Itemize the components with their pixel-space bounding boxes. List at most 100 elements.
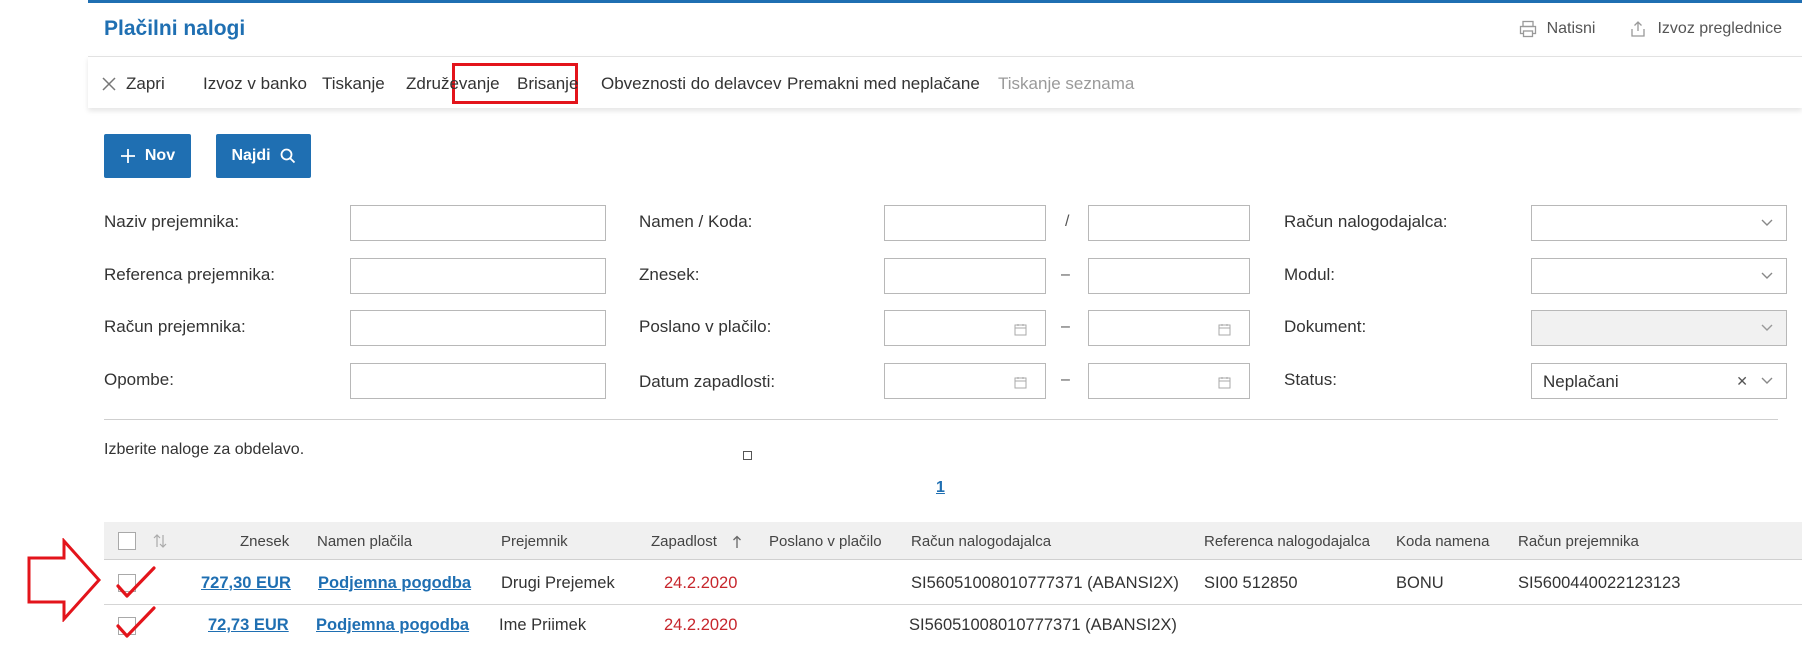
purpose-link[interactable]: Podjemna pogodba: [316, 616, 469, 635]
col-sent[interactable]: Poslano v plačilo: [769, 533, 882, 550]
new-button-label: Nov: [144, 147, 176, 164]
status-select-value: Neplačani: [1543, 372, 1619, 391]
new-button[interactable]: Nov: [104, 134, 191, 178]
due-date-label: Datum zapadlosti:: [639, 372, 776, 391]
calendar-icon[interactable]: [1218, 376, 1231, 389]
recipient-account-cell: SI5600440022123123: [1518, 574, 1681, 592]
calendar-icon[interactable]: [1218, 323, 1231, 336]
arrow-annotation: [27, 538, 102, 622]
sent-from-date-input[interactable]: [884, 310, 1046, 346]
calendar-icon[interactable]: [1014, 323, 1027, 336]
module-label: Modul:: [1284, 265, 1336, 284]
purpose-code-cell: BONU: [1396, 574, 1444, 592]
amount-dash: –: [1061, 266, 1070, 283]
due-from-date-input[interactable]: [884, 363, 1046, 399]
payer-account-label: Račun nalogodajalca:: [1284, 212, 1448, 231]
export-bank-button[interactable]: Izvoz v banko: [203, 74, 307, 94]
col-due[interactable]: Zapadlost: [651, 533, 717, 550]
amount-from-input[interactable]: [884, 258, 1046, 294]
search-icon: [280, 148, 295, 164]
checkmark-annotation: [116, 606, 156, 638]
payer-account-cell: SI56051008010777371 (ABANSI2X): [909, 616, 1177, 634]
sent-dash: –: [1061, 318, 1070, 335]
col-payer-reference[interactable]: Referenca nalogodajalca: [1204, 533, 1370, 550]
amount-link[interactable]: 727,30 EUR: [201, 574, 291, 593]
top-accent-line: [88, 0, 1802, 3]
sort-icon[interactable]: [152, 533, 168, 549]
col-payer-account[interactable]: Račun nalogodajalca: [911, 533, 1051, 550]
find-button-label: Najdi: [231, 147, 271, 164]
purpose-link[interactable]: Podjemna pogodba: [318, 574, 471, 593]
find-button[interactable]: Najdi: [216, 134, 311, 178]
close-icon: [102, 77, 116, 91]
printer-icon: [1519, 20, 1536, 38]
col-purpose-code[interactable]: Koda namena: [1396, 533, 1489, 550]
amount-link[interactable]: 72,73 EUR: [208, 616, 289, 635]
page-title: Plačilni nalogi: [104, 17, 246, 40]
print-action[interactable]: Natisni: [1519, 20, 1596, 38]
purpose-code-label: Namen / Koda:: [639, 212, 753, 231]
due-cell: 24.2.2020: [664, 616, 738, 634]
sort-up-icon[interactable]: [732, 535, 742, 549]
chevron-down-icon: [1761, 219, 1773, 226]
payer-reference-cell: SI00 512850: [1204, 574, 1298, 592]
status-label: Status:: [1284, 370, 1337, 389]
slash-separator: /: [1065, 213, 1070, 230]
instruction-text: Izberite naloge za obdelavo.: [104, 441, 305, 458]
col-recipient[interactable]: Prejemnik: [501, 533, 568, 550]
recipient-reference-input[interactable]: [350, 258, 606, 294]
table-row[interactable]: 72,73 EUR Podjemna pogodba Ime Priimek 2…: [104, 606, 1178, 647]
document-label: Dokument:: [1284, 317, 1367, 336]
amount-label: Znesek:: [639, 265, 700, 284]
table-header: Znesek Namen plačila Prejemnik Zapadlost…: [104, 522, 1802, 560]
amount-to-input[interactable]: [1088, 258, 1250, 294]
select-all-checkbox[interactable]: [118, 532, 136, 550]
table-row[interactable]: 727,30 EUR Podjemna pogodba Drugi Prejem…: [104, 563, 1802, 605]
delete-button[interactable]: Brisanje: [517, 74, 578, 94]
col-amount[interactable]: Znesek: [240, 533, 289, 550]
recipient-name-input[interactable]: [350, 205, 606, 241]
chevron-down-icon: [1761, 324, 1773, 331]
notes-input[interactable]: [350, 363, 606, 399]
payer-account-select[interactable]: [1531, 205, 1787, 241]
status-select[interactable]: Neplačani ✕: [1531, 363, 1787, 399]
payer-account-cell: SI56051008010777371 (ABANSI2X): [911, 574, 1179, 592]
recipient-name-label: Naziv prejemnika:: [104, 212, 240, 231]
recipient-account-input[interactable]: [350, 310, 606, 346]
recipient-cell: Ime Priimek: [499, 616, 587, 634]
print-action-label: Natisni: [1546, 20, 1596, 37]
chevron-down-icon: [1761, 377, 1773, 384]
sent-to-payment-label: Poslano v plačilo:: [639, 317, 772, 336]
plus-icon: [120, 149, 135, 163]
recipient-cell: Drugi Prejemek: [501, 574, 615, 592]
due-dash: –: [1061, 371, 1070, 388]
purpose-input[interactable]: [884, 205, 1046, 241]
filter-divider: [104, 419, 1778, 420]
clear-icon[interactable]: ✕: [1736, 373, 1748, 390]
module-select[interactable]: [1531, 258, 1787, 294]
col-recipient-account[interactable]: Račun prejemnika: [1518, 533, 1639, 550]
chevron-down-icon: [1761, 272, 1773, 279]
toolbar: Zapri Izvoz v banko Tiskanje Združevanje…: [88, 56, 1802, 108]
export-action[interactable]: Izvoz preglednice: [1629, 20, 1782, 38]
recipient-account-label: Račun prejemnika:: [104, 317, 246, 336]
merge-button[interactable]: Združevanje: [406, 74, 500, 94]
pagination-page-1[interactable]: 1: [936, 479, 945, 497]
close-button-label: Zapri: [126, 74, 165, 93]
document-select[interactable]: [1531, 310, 1787, 346]
obligations-button[interactable]: Obveznosti do delavcev: [601, 74, 782, 94]
export-action-label: Izvoz preglednice: [1657, 20, 1782, 37]
calendar-icon[interactable]: [1014, 376, 1027, 389]
col-purpose[interactable]: Namen plačila: [317, 533, 412, 550]
move-unpaid-button[interactable]: Premakni med neplačane: [787, 74, 980, 94]
small-expand-icon[interactable]: [743, 451, 752, 460]
sent-to-date-input[interactable]: [1088, 310, 1250, 346]
due-to-date-input[interactable]: [1088, 363, 1250, 399]
print-button[interactable]: Tiskanje: [322, 74, 385, 94]
print-list-button[interactable]: Tiskanje seznama: [998, 74, 1134, 94]
code-input[interactable]: [1088, 205, 1250, 241]
export-icon: [1631, 21, 1646, 37]
close-button[interactable]: Zapri: [102, 74, 165, 94]
notes-label: Opombe:: [104, 370, 174, 389]
top-actions: Natisni Izvoz preglednice: [1519, 20, 1782, 38]
